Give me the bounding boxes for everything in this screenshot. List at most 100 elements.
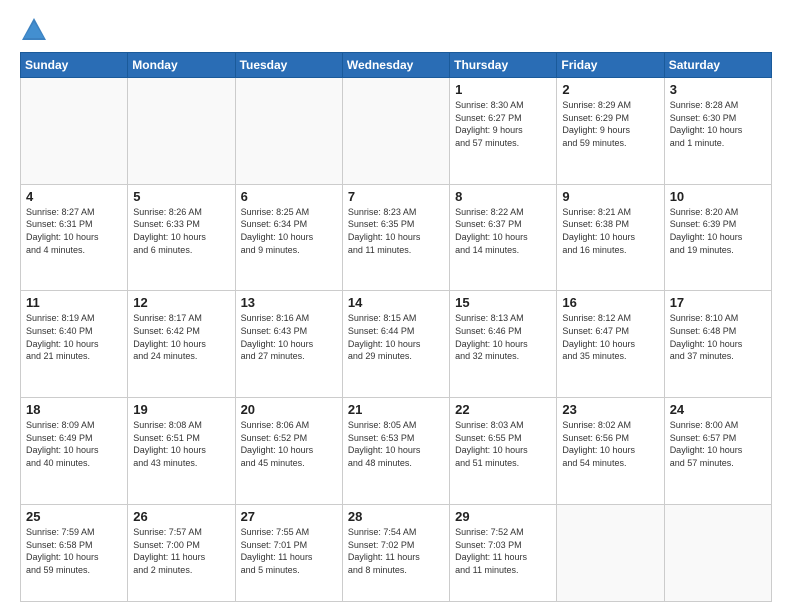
col-sunday: Sunday (21, 53, 128, 78)
day-info: Sunrise: 8:28 AM Sunset: 6:30 PM Dayligh… (670, 99, 766, 149)
day-number: 8 (455, 189, 551, 204)
page: Sunday Monday Tuesday Wednesday Thursday… (0, 0, 792, 612)
calendar-cell: 29Sunrise: 7:52 AM Sunset: 7:03 PM Dayli… (450, 504, 557, 601)
day-info: Sunrise: 8:15 AM Sunset: 6:44 PM Dayligh… (348, 312, 444, 362)
calendar-cell: 28Sunrise: 7:54 AM Sunset: 7:02 PM Dayli… (342, 504, 449, 601)
day-number: 16 (562, 295, 658, 310)
calendar-table: Sunday Monday Tuesday Wednesday Thursday… (20, 52, 772, 602)
day-number: 3 (670, 82, 766, 97)
calendar-cell (557, 504, 664, 601)
day-info: Sunrise: 8:06 AM Sunset: 6:52 PM Dayligh… (241, 419, 337, 469)
day-number: 2 (562, 82, 658, 97)
calendar-week-4: 18 Sunrise: 8:09 AM Sunset: 6:49 PM Dayli… (21, 398, 772, 505)
header (20, 16, 772, 44)
calendar-cell (128, 78, 235, 185)
day-info: Sunrise: 8:22 AM Sunset: 6:37 PM Dayligh… (455, 206, 551, 256)
calendar-cell: 20 Sunrise: 8:06 AM Sunset: 6:52 PM Dayli… (235, 398, 342, 505)
logo (20, 16, 52, 44)
day-number: 14 (348, 295, 444, 310)
calendar-cell: 16 Sunrise: 8:12 AM Sunset: 6:47 PM Dayli… (557, 291, 664, 398)
day-info: Sunrise: 8:03 AM Sunset: 6:55 PM Dayligh… (455, 419, 551, 469)
calendar-cell: 7 Sunrise: 8:23 AM Sunset: 6:35 PM Daylig… (342, 184, 449, 291)
calendar-cell: 6 Sunrise: 8:25 AM Sunset: 6:34 PM Daylig… (235, 184, 342, 291)
day-number: 15 (455, 295, 551, 310)
calendar-cell: 19Sunrise: 8:08 AM Sunset: 6:51 PM Dayli… (128, 398, 235, 505)
day-info: Sunrise: 8:00 AM Sunset: 6:57 PM Dayligh… (670, 419, 766, 469)
calendar-cell: 26 Sunrise: 7:57 AM Sunset: 7:00 PM Dayli… (128, 504, 235, 601)
calendar-cell (21, 78, 128, 185)
calendar-cell: 1 Sunrise: 8:30 AM Sunset: 6:27 PM Daylig… (450, 78, 557, 185)
calendar-week-2: 4 Sunrise: 8:27 AM Sunset: 6:31 PM Daylig… (21, 184, 772, 291)
day-info: Sunrise: 8:10 AM Sunset: 6:48 PM Dayligh… (670, 312, 766, 362)
calendar-cell: 3 Sunrise: 8:28 AM Sunset: 6:30 PM Daylig… (664, 78, 771, 185)
day-info: Sunrise: 8:16 AM Sunset: 6:43 PM Dayligh… (241, 312, 337, 362)
calendar-cell (664, 504, 771, 601)
day-info: Sunrise: 8:05 AM Sunset: 6:53 PM Dayligh… (348, 419, 444, 469)
calendar-cell (342, 78, 449, 185)
day-number: 26 (133, 509, 229, 524)
calendar-cell: 11 Sunrise: 8:19 AM Sunset: 6:40 PM Dayli… (21, 291, 128, 398)
day-number: 24 (670, 402, 766, 417)
day-info: Sunrise: 8:09 AM Sunset: 6:49 PM Dayligh… (26, 419, 122, 469)
col-monday: Monday (128, 53, 235, 78)
calendar-cell: 12 Sunrise: 8:17 AM Sunset: 6:42 PM Dayli… (128, 291, 235, 398)
day-info: Sunrise: 7:59 AM Sunset: 6:58 PM Dayligh… (26, 526, 122, 576)
col-saturday: Saturday (664, 53, 771, 78)
day-info: Sunrise: 8:21 AM Sunset: 6:38 PM Dayligh… (562, 206, 658, 256)
calendar-cell: 18 Sunrise: 8:09 AM Sunset: 6:49 PM Dayli… (21, 398, 128, 505)
day-number: 22 (455, 402, 551, 417)
day-number: 10 (670, 189, 766, 204)
day-number: 4 (26, 189, 122, 204)
day-number: 13 (241, 295, 337, 310)
calendar-header-row: Sunday Monday Tuesday Wednesday Thursday… (21, 53, 772, 78)
day-info: Sunrise: 8:13 AM Sunset: 6:46 PM Dayligh… (455, 312, 551, 362)
calendar-cell: 14 Sunrise: 8:15 AM Sunset: 6:44 PM Dayli… (342, 291, 449, 398)
calendar-week-5: 25 Sunrise: 7:59 AM Sunset: 6:58 PM Dayli… (21, 504, 772, 601)
calendar-cell: 24 Sunrise: 8:00 AM Sunset: 6:57 PM Dayli… (664, 398, 771, 505)
calendar-cell: 13 Sunrise: 8:16 AM Sunset: 6:43 PM Dayli… (235, 291, 342, 398)
day-number: 6 (241, 189, 337, 204)
col-friday: Friday (557, 53, 664, 78)
day-number: 1 (455, 82, 551, 97)
calendar-cell: 23 Sunrise: 8:02 AM Sunset: 6:56 PM Dayli… (557, 398, 664, 505)
day-number: 23 (562, 402, 658, 417)
logo-icon (20, 16, 48, 44)
day-info: Sunrise: 8:29 AM Sunset: 6:29 PM Dayligh… (562, 99, 658, 149)
day-info: Sunrise: 8:20 AM Sunset: 6:39 PM Dayligh… (670, 206, 766, 256)
calendar-cell: 21Sunrise: 8:05 AM Sunset: 6:53 PM Dayli… (342, 398, 449, 505)
day-number: 25 (26, 509, 122, 524)
day-info: Sunrise: 8:23 AM Sunset: 6:35 PM Dayligh… (348, 206, 444, 256)
calendar-cell: 2 Sunrise: 8:29 AM Sunset: 6:29 PM Daylig… (557, 78, 664, 185)
calendar-cell: 27Sunrise: 7:55 AM Sunset: 7:01 PM Dayli… (235, 504, 342, 601)
day-info: Sunrise: 8:02 AM Sunset: 6:56 PM Dayligh… (562, 419, 658, 469)
day-info: Sunrise: 8:25 AM Sunset: 6:34 PM Dayligh… (241, 206, 337, 256)
calendar-cell: 10 Sunrise: 8:20 AM Sunset: 6:39 PM Dayli… (664, 184, 771, 291)
day-info: Sunrise: 8:19 AM Sunset: 6:40 PM Dayligh… (26, 312, 122, 362)
day-number: 5 (133, 189, 229, 204)
calendar-cell: 4 Sunrise: 8:27 AM Sunset: 6:31 PM Daylig… (21, 184, 128, 291)
day-info: Sunrise: 8:12 AM Sunset: 6:47 PM Dayligh… (562, 312, 658, 362)
day-number: 12 (133, 295, 229, 310)
day-number: 20 (241, 402, 337, 417)
day-number: 28 (348, 509, 444, 524)
day-info: Sunrise: 8:30 AM Sunset: 6:27 PM Dayligh… (455, 99, 551, 149)
day-number: 11 (26, 295, 122, 310)
day-number: 19 (133, 402, 229, 417)
day-info: Sunrise: 8:27 AM Sunset: 6:31 PM Dayligh… (26, 206, 122, 256)
calendar-cell: 9 Sunrise: 8:21 AM Sunset: 6:38 PM Daylig… (557, 184, 664, 291)
day-info: Sunrise: 8:17 AM Sunset: 6:42 PM Dayligh… (133, 312, 229, 362)
calendar-week-3: 11 Sunrise: 8:19 AM Sunset: 6:40 PM Dayli… (21, 291, 772, 398)
calendar-week-1: 1 Sunrise: 8:30 AM Sunset: 6:27 PM Daylig… (21, 78, 772, 185)
day-number: 9 (562, 189, 658, 204)
day-number: 18 (26, 402, 122, 417)
calendar-cell: 15 Sunrise: 8:13 AM Sunset: 6:46 PM Dayli… (450, 291, 557, 398)
calendar-cell: 17 Sunrise: 8:10 AM Sunset: 6:48 PM Dayli… (664, 291, 771, 398)
day-info: Sunrise: 7:57 AM Sunset: 7:00 PM Dayligh… (133, 526, 229, 576)
calendar-cell (235, 78, 342, 185)
calendar-cell: 8 Sunrise: 8:22 AM Sunset: 6:37 PM Daylig… (450, 184, 557, 291)
calendar-cell: 25 Sunrise: 7:59 AM Sunset: 6:58 PM Dayli… (21, 504, 128, 601)
day-info: Sunrise: 7:55 AM Sunset: 7:01 PM Dayligh… (241, 526, 337, 576)
day-number: 17 (670, 295, 766, 310)
day-number: 7 (348, 189, 444, 204)
calendar-cell: 22 Sunrise: 8:03 AM Sunset: 6:55 PM Dayli… (450, 398, 557, 505)
